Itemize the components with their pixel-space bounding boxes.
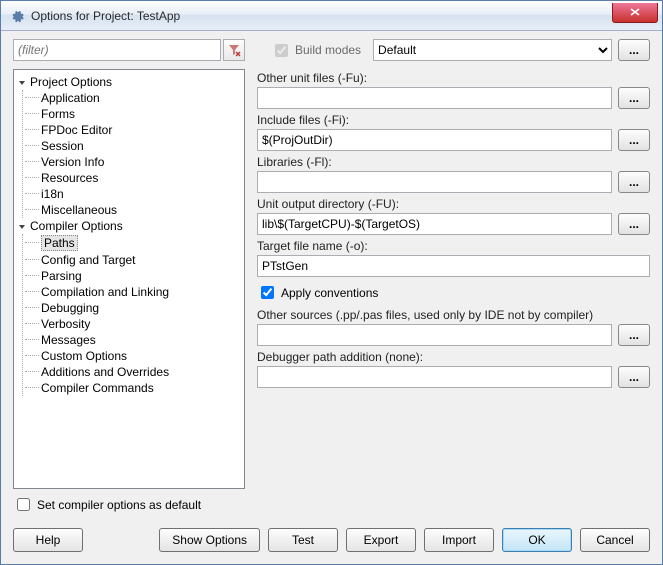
browse-include-button[interactable]: ... (618, 129, 650, 151)
tree-item-forms[interactable]: Forms (23, 106, 242, 122)
window-title: Options for Project: TestApp (31, 9, 612, 23)
import-button[interactable]: Import (424, 528, 494, 552)
help-button[interactable]: Help (13, 528, 83, 552)
tree-toggle-compiler-options[interactable]: Compiler Options (16, 218, 242, 234)
tree-item-parsing[interactable]: Parsing (23, 268, 242, 284)
tree-item-resources[interactable]: Resources (23, 170, 242, 186)
tree-item-compilation-linking[interactable]: Compilation and Linking (23, 284, 242, 300)
cancel-button[interactable]: Cancel (580, 528, 650, 552)
field-other-unit: Other unit files (-Fu): ... (257, 71, 650, 109)
top-row: Build modes Default ... (1, 31, 662, 65)
filter-box (13, 39, 245, 61)
set-default-input[interactable] (17, 498, 30, 511)
apply-conventions-input[interactable] (261, 286, 274, 299)
build-modes-checkbox[interactable]: Build modes (271, 41, 361, 60)
build-mode-select[interactable]: Default (373, 39, 612, 61)
chevron-down-icon (16, 76, 28, 88)
show-options-button[interactable]: Show Options (159, 528, 260, 552)
tree-item-config-target[interactable]: Config and Target (23, 252, 242, 268)
tree-item-session[interactable]: Session (23, 138, 242, 154)
browse-other-unit-button[interactable]: ... (618, 87, 650, 109)
label-libraries: Libraries (-Fl): (257, 155, 650, 169)
label-unit-output: Unit output directory (-FU): (257, 197, 650, 211)
filter-clear-button[interactable] (223, 39, 245, 61)
input-debugger-path[interactable] (257, 366, 612, 388)
chevron-down-icon (16, 220, 28, 232)
browse-debugger-path-button[interactable]: ... (618, 366, 650, 388)
browse-libraries-button[interactable]: ... (618, 171, 650, 193)
browse-other-sources-button[interactable]: ... (618, 324, 650, 346)
field-debugger-path: Debugger path addition (none): ... (257, 350, 650, 388)
close-button[interactable] (612, 3, 658, 23)
build-mode-more-button[interactable]: ... (618, 39, 650, 61)
input-target-file[interactable] (257, 255, 650, 277)
tree-group-compiler-options: Compiler Options Paths Config and Target… (16, 218, 242, 396)
titlebar: Options for Project: TestApp (1, 1, 662, 31)
paths-panel: Other unit files (-Fu): ... Include file… (257, 69, 650, 489)
tree-item-i18n[interactable]: i18n (23, 186, 242, 202)
tree-item-verbosity[interactable]: Verbosity (23, 316, 242, 332)
input-unit-output[interactable] (257, 213, 612, 235)
build-modes-check-input[interactable] (275, 44, 288, 57)
options-dialog: Options for Project: TestApp Build modes… (0, 0, 663, 565)
tree-item-fpdoc-editor[interactable]: FPDoc Editor (23, 122, 242, 138)
tree-group-project-options: Project Options Application Forms FPDoc … (16, 74, 242, 218)
export-button[interactable]: Export (346, 528, 416, 552)
input-include[interactable] (257, 129, 612, 151)
apply-conventions-label: Apply conventions (281, 286, 378, 300)
tree-item-paths[interactable]: Paths (23, 234, 242, 252)
build-modes-label: Build modes (295, 43, 361, 57)
button-bar: Help Show Options Test Export Import OK … (1, 520, 662, 564)
label-target-file: Target file name (-o): (257, 239, 650, 253)
input-other-sources[interactable] (257, 324, 612, 346)
input-libraries[interactable] (257, 171, 612, 193)
tree-item-compiler-commands[interactable]: Compiler Commands (23, 380, 242, 396)
label-debugger-path: Debugger path addition (none): (257, 350, 650, 364)
label-other-sources: Other sources (.pp/.pas files, used only… (257, 308, 650, 322)
field-libraries: Libraries (-Fl): ... (257, 155, 650, 193)
tree-item-version-info[interactable]: Version Info (23, 154, 242, 170)
test-button[interactable]: Test (268, 528, 338, 552)
set-default-checkbox[interactable]: Set compiler options as default (1, 489, 662, 520)
browse-unit-output-button[interactable]: ... (618, 213, 650, 235)
field-include: Include files (-Fi): ... (257, 113, 650, 151)
field-unit-output: Unit output directory (-FU): ... (257, 197, 650, 235)
tree-item-additions-overrides[interactable]: Additions and Overrides (23, 364, 242, 380)
field-other-sources: Other sources (.pp/.pas files, used only… (257, 308, 650, 346)
tree-item-miscellaneous[interactable]: Miscellaneous (23, 202, 242, 218)
tree-toggle-project-options[interactable]: Project Options (16, 74, 242, 90)
dialog-body: Project Options Application Forms FPDoc … (1, 65, 662, 489)
field-target-file: Target file name (-o): (257, 239, 650, 277)
tree-item-application[interactable]: Application (23, 90, 242, 106)
tree-item-custom-options[interactable]: Custom Options (23, 348, 242, 364)
input-other-unit[interactable] (257, 87, 612, 109)
tree-item-messages[interactable]: Messages (23, 332, 242, 348)
tree-children-project: Application Forms FPDoc Editor Session V… (22, 90, 242, 218)
filter-input[interactable] (13, 39, 221, 61)
tree-item-debugging[interactable]: Debugging (23, 300, 242, 316)
apply-conventions-checkbox[interactable]: Apply conventions (257, 283, 650, 302)
label-other-unit: Other unit files (-Fu): (257, 71, 650, 85)
label-include: Include files (-Fi): (257, 113, 650, 127)
gear-icon (9, 8, 25, 24)
options-tree[interactable]: Project Options Application Forms FPDoc … (13, 69, 245, 489)
set-default-label: Set compiler options as default (37, 498, 201, 512)
tree-children-compiler: Paths Config and Target Parsing Compilat… (22, 234, 242, 396)
ok-button[interactable]: OK (502, 528, 572, 552)
